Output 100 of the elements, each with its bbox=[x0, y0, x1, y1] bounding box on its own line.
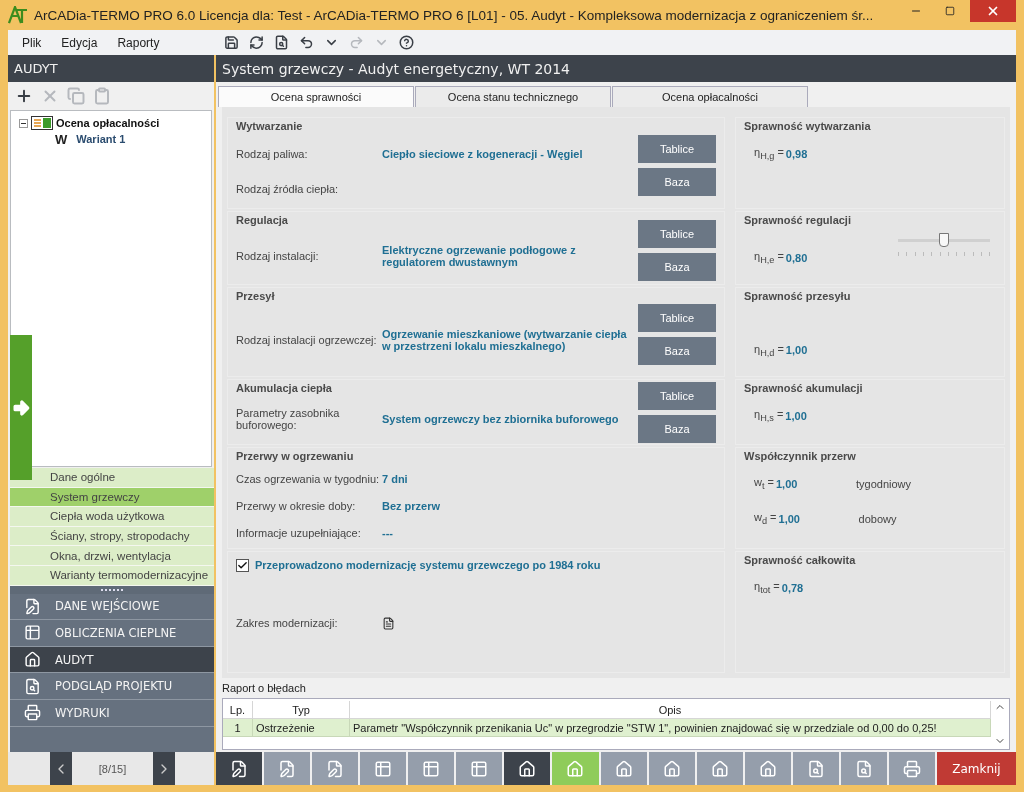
house-icon bbox=[710, 759, 729, 778]
document-pen-icon bbox=[326, 759, 345, 778]
table-button[interactable]: Tablice bbox=[638, 134, 716, 163]
section-item[interactable]: Warianty termomodernizacyjne bbox=[10, 565, 214, 586]
panel-title: AUDYT bbox=[8, 55, 214, 82]
table-button[interactable]: Baza bbox=[638, 167, 716, 196]
table-button[interactable]: Baza bbox=[638, 415, 716, 443]
document-search-icon bbox=[273, 35, 289, 50]
page-counter: [8/15] bbox=[97, 762, 128, 775]
symbol-label: η$_{H,g}$ = bbox=[754, 146, 784, 162]
house-icon bbox=[662, 759, 681, 778]
section-title: Regulacja bbox=[236, 214, 289, 228]
copy-icon bbox=[67, 87, 85, 105]
note-text: tygodniowy bbox=[856, 477, 912, 490]
clipboard-icon bbox=[93, 87, 111, 105]
page-title: System grzewczy - Audyt energetyczny, WT 2014 bbox=[216, 55, 1016, 82]
tab[interactable]: Ocena stanu technicznego bbox=[415, 86, 611, 107]
close-icon bbox=[986, 4, 1000, 18]
tab[interactable]: Ocena sprawności bbox=[218, 86, 414, 107]
field-label: Rodzaj źródła ciepła: bbox=[236, 182, 340, 195]
module-button[interactable]: PODGLĄD PROJEKTU bbox=[10, 673, 214, 700]
field-label: Informacje uzupełniające: bbox=[236, 526, 362, 539]
section-item[interactable]: System grzewczy bbox=[10, 487, 214, 508]
tree-item[interactable]: Ocena opłacalności bbox=[56, 117, 160, 129]
section-title: Przerwy w ogrzewaniu bbox=[236, 450, 355, 464]
table-button[interactable]: Baza bbox=[638, 252, 716, 281]
next-button[interactable] bbox=[153, 752, 175, 785]
plus-icon bbox=[15, 87, 33, 105]
house-icon bbox=[518, 759, 537, 778]
close-icon bbox=[41, 87, 59, 105]
menu-item[interactable]: Raporty bbox=[117, 35, 160, 50]
toolbar-button[interactable] bbox=[504, 752, 551, 785]
house-icon bbox=[614, 759, 633, 778]
table-cell: 1 bbox=[223, 719, 253, 737]
side-tab[interactable] bbox=[10, 335, 32, 480]
note-text: dobowy bbox=[858, 512, 897, 525]
table-icon bbox=[374, 759, 393, 778]
tab[interactable]: Ocena opłacalności bbox=[612, 86, 808, 107]
house-icon bbox=[758, 759, 777, 778]
value-text: 0,80 bbox=[785, 251, 809, 264]
collapse-icon[interactable] bbox=[19, 118, 28, 128]
section-item[interactable]: Ciepła woda użytkowa bbox=[10, 507, 214, 527]
previous-button[interactable] bbox=[50, 752, 72, 785]
section-item[interactable]: Okna, drzwi, wentylacja bbox=[10, 546, 214, 566]
resize-handle[interactable] bbox=[101, 588, 123, 591]
house-icon bbox=[24, 651, 41, 669]
field-value: Ciepło sieciowe z kogeneracji - Węgiel bbox=[382, 147, 584, 160]
symbol-label: η$_{H,d}$ = bbox=[754, 342, 784, 358]
table-button[interactable]: Tablice bbox=[638, 303, 716, 332]
help-icon bbox=[398, 35, 414, 50]
section-title: Sprawność przesyłu bbox=[744, 290, 852, 304]
value-text: 1,00 bbox=[785, 409, 808, 422]
module-button[interactable]: AUDYT bbox=[10, 646, 214, 674]
section-item[interactable]: Dane ogólne bbox=[10, 468, 214, 488]
window-title: ArCADia-TERMO PRO 6.0 Licencja dla: Test - ArCADia-TERMO PRO 6 [L01] - 05. Audyt - Kompleksowa modernizacja z ograniczeniem śr... bbox=[34, 7, 875, 23]
checkbox[interactable] bbox=[236, 558, 249, 572]
document-icon[interactable] bbox=[382, 616, 395, 630]
undo-icon bbox=[298, 35, 314, 50]
tree-item[interactable]: Wariant 1 bbox=[76, 133, 126, 145]
document-pen-icon bbox=[24, 597, 41, 615]
field-label: Rodzaj instalacji: bbox=[236, 250, 320, 262]
refresh-icon bbox=[248, 35, 264, 50]
table-cell: Parametr "Współczynnik przenikania Uc" w przegrodzie "STW 1", powinien znajdować się w przedziale od 0,00 do 0,25! bbox=[350, 719, 991, 737]
toolbar-button[interactable] bbox=[216, 752, 263, 785]
value-text: 0,78 bbox=[781, 581, 805, 594]
slider-thumb[interactable] bbox=[939, 233, 949, 247]
table-button[interactable]: Baza bbox=[638, 336, 716, 365]
module-button[interactable]: DANE WEJŚCIOWE bbox=[10, 593, 214, 621]
table-icon bbox=[470, 759, 489, 778]
section-title: Sprawność całkowita bbox=[744, 554, 857, 568]
menu-item[interactable]: Edycja bbox=[61, 35, 98, 50]
field-value: System ogrzewczy bez zbiornika buforowego bbox=[382, 412, 620, 425]
module-button[interactable]: WYDRUKI bbox=[10, 699, 214, 727]
table-button[interactable]: Tablice bbox=[638, 219, 716, 248]
symbol-label: η$_{H,s}$ = bbox=[754, 408, 784, 424]
section-item[interactable]: Ściany, stropy, stropodachy bbox=[10, 526, 214, 547]
save-icon bbox=[223, 35, 239, 50]
redo-icon bbox=[348, 35, 364, 50]
module-button[interactable]: OBLICZENIA CIEPLNE bbox=[10, 620, 214, 647]
table-button[interactable]: Tablice bbox=[638, 382, 716, 410]
section-title: Akumulacja ciepła bbox=[236, 382, 333, 394]
field-value: Elektryczne ogrzewanie podłogowe z regulatorem dwustawnym bbox=[382, 244, 577, 268]
symbol-label: w$_{t}$ = bbox=[754, 476, 774, 492]
logo-icon bbox=[8, 6, 28, 24]
close-button[interactable]: Zamknij bbox=[936, 752, 1016, 785]
field-value: Ogrzewanie mieszkaniowe (wytwarzanie ciepła w przestrzeni lokalu mieszkalnego) bbox=[382, 328, 628, 352]
table-icon bbox=[422, 759, 441, 778]
field-value: Bez przerw bbox=[382, 500, 442, 512]
table-cell: Ostrzeżenie bbox=[253, 719, 350, 737]
field-label: Rodzaj instalacji ogrzewczej: bbox=[236, 334, 378, 346]
printer-icon bbox=[24, 704, 41, 722]
document-pen-icon bbox=[230, 759, 249, 778]
report-title: Raport o błędach bbox=[222, 682, 307, 696]
close-button[interactable] bbox=[970, 0, 1016, 22]
value-text: 1,00 bbox=[785, 344, 809, 357]
menu-item[interactable]: Plik bbox=[22, 35, 42, 50]
spreadsheet-icon bbox=[31, 116, 53, 130]
field-value: 7 dni bbox=[382, 473, 409, 486]
table-icon bbox=[24, 624, 41, 642]
document-search-icon bbox=[24, 677, 41, 695]
